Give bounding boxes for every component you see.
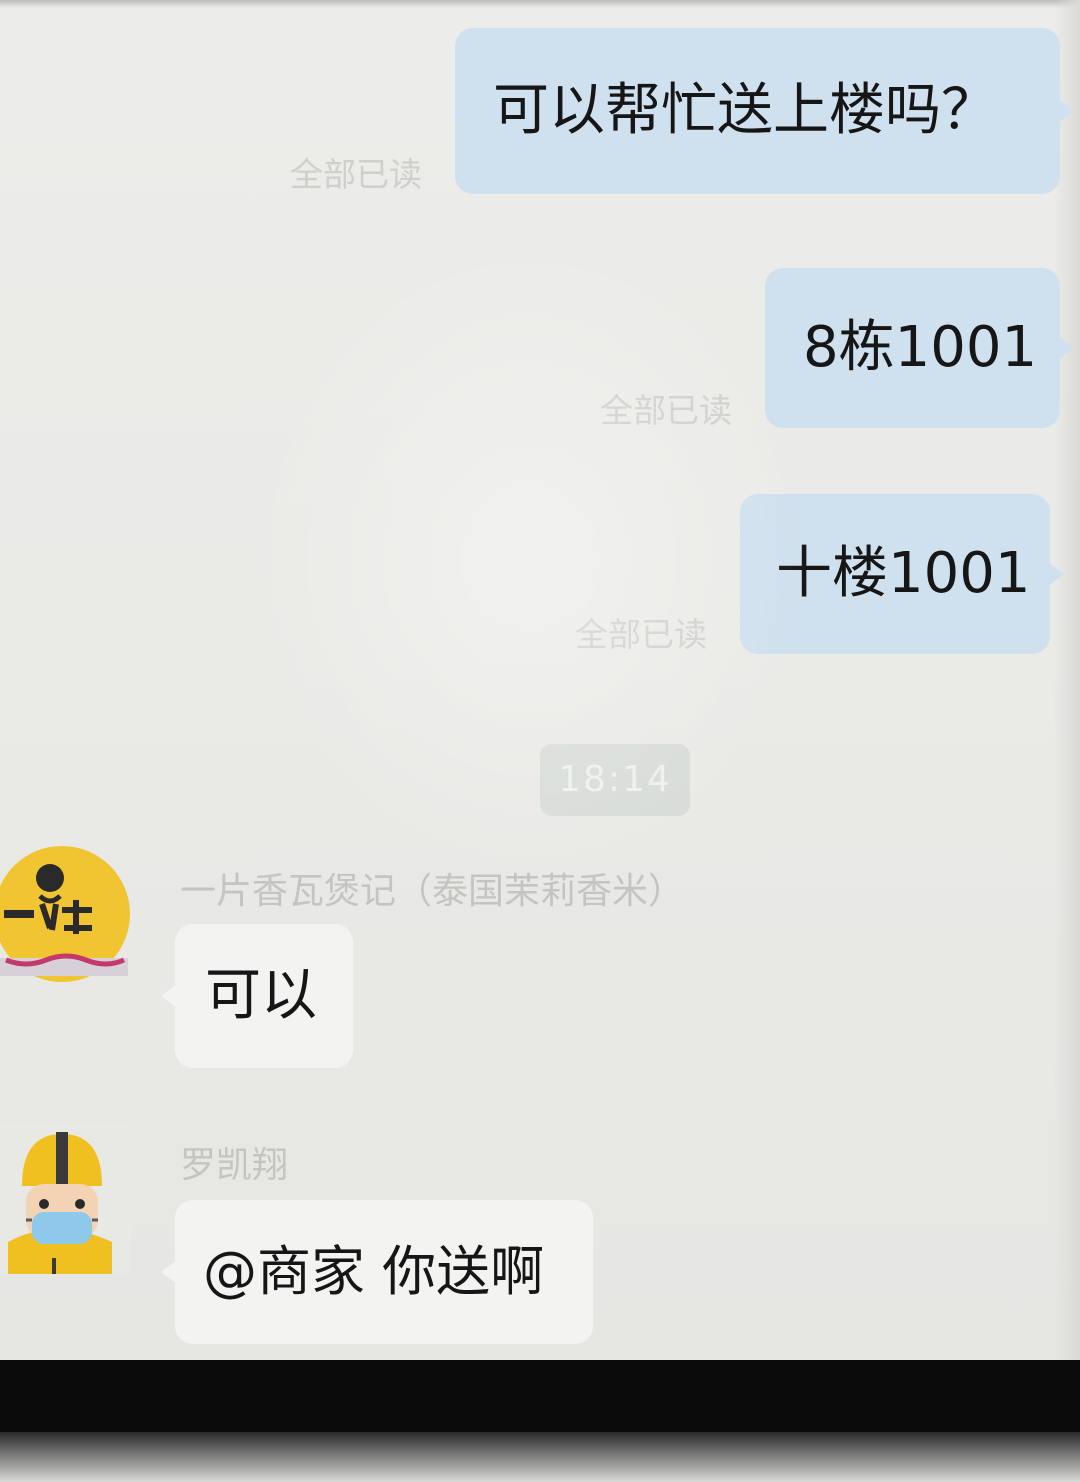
merchant-avatar[interactable] [0,840,130,990]
read-receipt: 全部已读 [600,391,732,430]
read-receipt: 全部已读 [290,155,422,194]
sender-name: 罗凯翔 [180,1145,289,1186]
message-text: @商家 你送啊 [203,1240,545,1303]
screen-bottom-bezel [0,1360,1080,1482]
message-bubble-incoming[interactable]: 可以 [161,924,353,1068]
message-text: 可以帮忙送上楼吗？ [493,78,997,143]
timestamp-divider: 18:14 [540,744,690,816]
message-text: 可以 [205,963,317,1028]
chat-screen: 全部已读 可以帮忙送上楼吗？ 全部已读 8栋1001 全部已读 十楼1001 1… [0,0,1080,1360]
message-bubble-incoming[interactable]: @商家 你送啊 [161,1200,593,1344]
bezel-reflection [0,1432,1080,1482]
merchant-logo-icon [0,846,130,982]
read-receipt: 全部已读 [575,615,707,654]
top-shadow [0,0,1080,8]
message-bubble-outgoing[interactable]: 可以帮忙送上楼吗？ [455,28,1074,194]
courier-avatar-icon [0,1124,130,1274]
message-bubble-outgoing[interactable]: 8栋1001 [765,268,1074,428]
sender-name: 一片香瓦煲记（泰国茉莉香米） [180,871,685,912]
message-bubble-outgoing[interactable]: 十楼1001 [740,494,1064,654]
message-text: 8栋1001 [803,315,1038,380]
message-text: 十楼1001 [776,541,1031,606]
screen-edge [1054,0,1080,1360]
courier-avatar[interactable] [0,1124,130,1274]
screen-glare [250,240,810,880]
